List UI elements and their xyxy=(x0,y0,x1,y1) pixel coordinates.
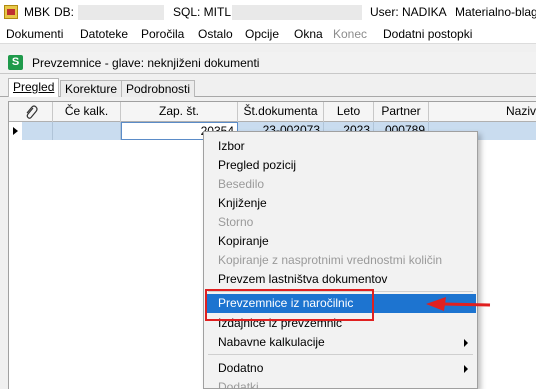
header-ce-kalk[interactable]: Če kalk. xyxy=(53,102,121,122)
menu-dodatni-postopki[interactable]: Dodatni postopki xyxy=(383,27,472,41)
header-partner[interactable]: Partner xyxy=(374,102,429,122)
ctx-izbor[interactable]: Izbor xyxy=(205,137,476,156)
ctx-kopiranje-nasprotne[interactable]: Kopiranje z nasprotnimi vrednostmi količ… xyxy=(205,251,476,270)
context-menu: Izbor Pregled pozicij Besedilo Knjiženje… xyxy=(203,131,478,389)
row-pointer-icon xyxy=(13,127,18,135)
annotation-arrow-icon xyxy=(426,297,491,311)
ctx-dodatki[interactable]: Dodatki xyxy=(205,378,476,389)
menu-konec[interactable]: Konec xyxy=(333,27,367,41)
sql-label: SQL: MITL xyxy=(173,5,232,19)
tab-podrobnosti-label: Podrobnosti xyxy=(126,82,191,96)
redacted-sql-name xyxy=(232,5,362,20)
paperclip-icon xyxy=(26,105,38,119)
module-label: Materialno-blag xyxy=(455,5,536,19)
ctx-knjizenje[interactable]: Knjiženje xyxy=(205,194,476,213)
ctx-besedilo[interactable]: Besedilo xyxy=(205,175,476,194)
header-naziv[interactable]: Naziv xyxy=(429,102,536,122)
cell-attachment[interactable] xyxy=(22,122,53,140)
cell-ce-kalk[interactable] xyxy=(53,122,121,140)
menu-porocila[interactable]: Poročila xyxy=(141,27,184,41)
header-zap-st[interactable]: Zap. št. xyxy=(121,102,238,122)
user-label: User: NADIKA xyxy=(370,5,447,19)
menu-dokumenti[interactable]: Dokumenti xyxy=(6,27,63,41)
app-name: MBK xyxy=(24,5,51,19)
menu-bar: Dokumenti Datoteke Poročila Ostalo Opcij… xyxy=(0,24,536,44)
tab-korekture-label: Korekture xyxy=(65,82,118,96)
window-header: S Prevzemnice - glave: neknjiženi dokume… xyxy=(0,52,536,74)
db-label: DB: xyxy=(54,5,75,19)
grid-header: Če kalk. Zap. št. Št.dokumenta Leto Part… xyxy=(9,102,536,122)
header-attachment[interactable] xyxy=(9,102,53,122)
menu-opcije[interactable]: Opcije xyxy=(245,27,279,41)
submenu-arrow-icon xyxy=(464,339,468,347)
tab-pregled-label: Pregled xyxy=(13,80,55,94)
ctx-nabavne-kalkulacije-label: Nabavne kalkulacije xyxy=(218,335,325,349)
ctx-pregled-pozicij[interactable]: Pregled pozicij xyxy=(205,156,476,175)
tab-strip: Pregled Korekture Podrobnosti xyxy=(0,78,536,97)
annotation-highlight-box xyxy=(205,289,374,321)
ctx-nabavne-kalkulacije[interactable]: Nabavne kalkulacije xyxy=(205,333,476,352)
redacted-db-name xyxy=(78,5,164,20)
header-leto[interactable]: Leto xyxy=(324,102,374,122)
app-logo-icon xyxy=(4,5,18,19)
menu-okna[interactable]: Okna xyxy=(294,27,323,41)
submenu-arrow-icon xyxy=(464,365,468,373)
menu-datoteke[interactable]: Datoteke xyxy=(80,27,128,41)
ctx-storno[interactable]: Storno xyxy=(205,213,476,232)
ctx-prevzem-lastnistva[interactable]: Prevzem lastništva dokumentov xyxy=(205,270,476,289)
ctx-dodatno-label: Dodatno xyxy=(218,361,264,375)
tab-podrobnosti[interactable]: Podrobnosti xyxy=(121,80,196,97)
header-st-dokumenta[interactable]: Št.dokumenta xyxy=(238,102,324,122)
window-title: Prevzemnice - glave: neknjiženi dokument… xyxy=(32,56,260,70)
menu-ostalo[interactable]: Ostalo xyxy=(198,27,233,41)
ctx-separator xyxy=(208,354,473,355)
tab-pregled[interactable]: Pregled xyxy=(8,78,60,97)
tab-korekture[interactable]: Korekture xyxy=(60,80,123,97)
title-bar: MBK DB: SQL: MITL User: NADIKA Materialn… xyxy=(0,0,536,24)
window-s-icon: S xyxy=(8,55,23,70)
ctx-kopiranje[interactable]: Kopiranje xyxy=(205,232,476,251)
ctx-dodatno[interactable]: Dodatno xyxy=(205,359,476,378)
